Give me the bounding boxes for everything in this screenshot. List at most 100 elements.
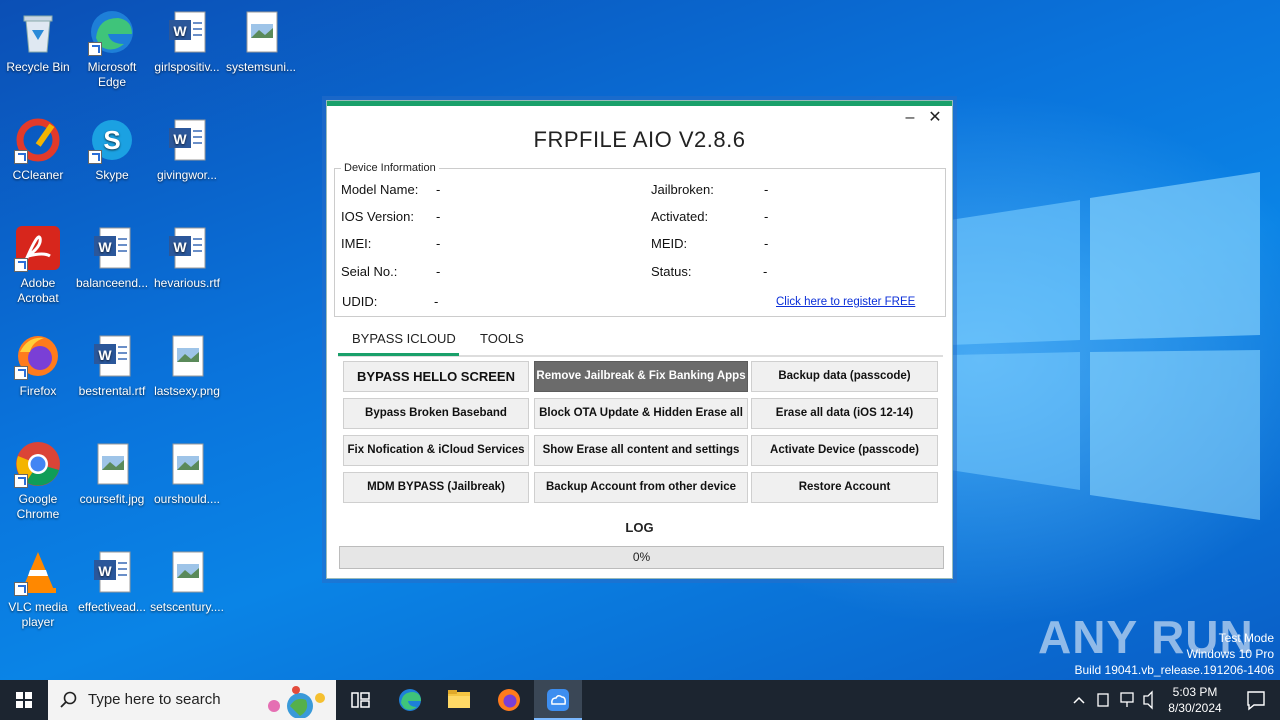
taskbar-clock[interactable]: 5:03 PM 8/30/2024 [1160, 684, 1230, 716]
cloud-app-icon [547, 689, 569, 711]
taskbar-firefox[interactable] [485, 680, 533, 720]
action-center-button[interactable] [1232, 680, 1280, 720]
desktop-icon-hevarious[interactable]: W hevarious.rtf [149, 224, 225, 291]
desktop-icon-girlspositiv[interactable]: W girlspositiv... [149, 8, 225, 75]
close-button[interactable]: ✕ [925, 109, 945, 129]
desktop-icon-label: givingwor... [156, 168, 218, 182]
word-document-icon: W [163, 116, 211, 164]
tab-bypass-icloud[interactable]: BYPASS ICLOUD [352, 331, 456, 346]
desktop-icon-google-chrome[interactable]: Google Chrome [0, 440, 76, 522]
desktop-icon-label: setscentury.... [150, 600, 224, 614]
image-file-icon [237, 8, 285, 56]
edge-icon [88, 8, 136, 56]
desktop-icon-label: Firefox [19, 384, 57, 398]
device-information-legend: Device Information [341, 162, 439, 174]
desktop-icon-adobe-acrobat[interactable]: Adobe Acrobat [0, 224, 76, 306]
desktop-icon-label: Microsoft Edge [87, 60, 137, 89]
backup-data-button[interactable]: Backup data (passcode) [751, 361, 938, 392]
desktop-icon-label: effectivead... [78, 600, 146, 614]
tab-tools[interactable]: TOOLS [480, 331, 524, 346]
image-file-icon [88, 440, 136, 488]
clock-time: 5:03 PM [1172, 685, 1218, 699]
search-placeholder: Type here to search [88, 691, 221, 708]
image-file-icon [163, 548, 211, 596]
desktop-icon-systemsuni[interactable]: systemsuni... [223, 8, 299, 75]
desktop-icon-label: ourshould.... [153, 492, 221, 506]
desktop-icon-ccleaner[interactable]: CCleaner [0, 116, 76, 183]
watermark-line-test-mode: Test Mode [1218, 631, 1274, 645]
desktop-icon-label: balanceend... [75, 276, 149, 290]
fix-notification-button[interactable]: Fix Nofication & iCloud Services [343, 435, 529, 466]
desktop-icon-label: CCleaner [12, 168, 64, 182]
task-view-button[interactable] [336, 680, 384, 720]
desktop-icon-label: Skype [95, 168, 129, 182]
model-name-label: Model Name: [341, 182, 419, 197]
show-erase-all-button[interactable]: Show Erase all content and settings [534, 435, 748, 466]
desktop-icon-givingwor[interactable]: W givingwor... [149, 116, 225, 183]
window-accent-bar [327, 101, 952, 106]
desktop-icon-label: systemsuni... [225, 60, 297, 74]
start-button[interactable] [0, 680, 48, 720]
model-name-value: - [436, 182, 441, 197]
remove-jailbreak-button[interactable]: Remove Jailbreak & Fix Banking Apps [534, 361, 748, 392]
watermark-line-edition: Windows 10 Pro [1186, 647, 1274, 661]
svg-text:W: W [173, 239, 187, 255]
erase-all-data-button[interactable]: Erase all data (iOS 12-14) [751, 398, 938, 429]
taskbar-search-box[interactable]: Type here to search [48, 680, 336, 720]
search-icon [60, 691, 77, 708]
ccleaner-icon [14, 116, 62, 164]
taskbar-edge[interactable] [386, 680, 434, 720]
folder-icon [448, 690, 470, 708]
desktop-icon-label: girlspositiv... [154, 60, 220, 74]
desktop-icon-lastsexy[interactable]: lastsexy.png [149, 332, 225, 399]
desktop-icon-coursefit[interactable]: coursefit.jpg [74, 440, 150, 507]
tray-icons [1073, 690, 1153, 710]
word-document-icon: W [88, 224, 136, 272]
desktop-icon-ourshould[interactable]: ourshould.... [149, 440, 225, 507]
desktop-icon-setscentury[interactable]: setscentury.... [149, 548, 225, 615]
desktop-icon-bestrental[interactable]: W bestrental.rtf [74, 332, 150, 399]
firefox-icon [498, 689, 520, 711]
svg-text:W: W [173, 23, 187, 39]
edge-icon [399, 689, 421, 711]
meid-label: MEID: [651, 236, 688, 251]
desktop-icon-effectivead[interactable]: W effectivead... [74, 548, 150, 615]
restore-account-button[interactable]: Restore Account [751, 472, 938, 503]
system-tray [1070, 680, 1158, 720]
desktop-icon-edge[interactable]: Microsoft Edge [74, 8, 150, 90]
desktop-icon-skype[interactable]: S Skype [74, 116, 150, 183]
ios-version-label: IOS Version: [341, 209, 414, 224]
desktop-icon-label: Adobe Acrobat [17, 276, 59, 305]
desktop-icon-recycle-bin[interactable]: Recycle Bin [0, 8, 76, 75]
app-title: FRPFILE AIO V2.8.6 [533, 127, 746, 152]
register-link[interactable]: Click here to register FREE [776, 296, 915, 308]
activated-value: - [764, 209, 769, 224]
taskbar-frpfile-aio[interactable] [534, 680, 582, 720]
desktop-icon-firefox[interactable]: Firefox [0, 332, 76, 399]
tab-bar: BYPASS ICLOUD TOOLS [338, 325, 943, 357]
backup-account-button[interactable]: Backup Account from other device [534, 472, 748, 503]
minimize-button[interactable]: – [900, 109, 920, 129]
udid-label: UDID: [342, 294, 378, 309]
udid-value: - [434, 294, 439, 309]
status-value: - [763, 264, 768, 279]
taskbar-file-explorer[interactable] [435, 680, 483, 720]
block-ota-update-button[interactable]: Block OTA Update & Hidden Erase all [534, 398, 748, 429]
svg-text:W: W [173, 131, 187, 147]
activate-device-button[interactable]: Activate Device (passcode) [751, 435, 938, 466]
bypass-hello-screen-button[interactable]: BYPASS HELLO SCREEN [343, 361, 529, 392]
word-document-icon: W [163, 8, 211, 56]
windows-logo-wallpaper [950, 172, 1260, 520]
status-label: Status: [651, 264, 692, 279]
desktop-icon-label: bestrental.rtf [78, 384, 146, 398]
desktop-icon-balanceend[interactable]: W balanceend... [74, 224, 150, 291]
imei-value: - [436, 236, 441, 251]
desktop-icon-vlc[interactable]: VLC media player [0, 548, 76, 630]
desktop-icon-label: Google Chrome [16, 492, 60, 521]
meid-value: - [764, 236, 769, 251]
mdm-bypass-button[interactable]: MDM BYPASS (Jailbreak) [343, 472, 529, 503]
bypass-broken-baseband-button[interactable]: Bypass Broken Baseband [343, 398, 529, 429]
image-file-icon [163, 332, 211, 380]
svg-text:W: W [98, 239, 112, 255]
device-information-group: Device Information [334, 162, 946, 317]
